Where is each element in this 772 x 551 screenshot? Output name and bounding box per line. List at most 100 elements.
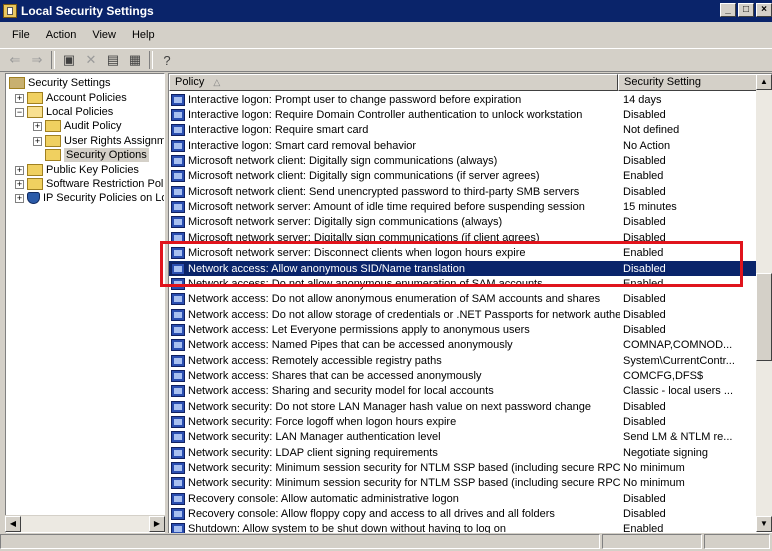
policy-icon	[171, 400, 185, 413]
minimize-button[interactable]: _	[720, 3, 736, 17]
expand-plus-icon[interactable]: +	[15, 93, 24, 103]
table-row[interactable]: Network access: Sharing and security mod…	[169, 384, 757, 399]
tree-item-security-settings[interactable]: Security Settings	[9, 76, 111, 90]
table-row[interactable]: Microsoft network client: Send unencrypt…	[169, 184, 757, 199]
tree-item-account-policies[interactable]: + Account Policies	[15, 91, 127, 105]
expand-plus-icon[interactable]: +	[33, 136, 42, 146]
policy-name: Microsoft network client: Digitally sign…	[188, 170, 540, 183]
table-row[interactable]: Network security: Do not store LAN Manag…	[169, 399, 757, 414]
table-row[interactable]: Recovery console: Allow floppy copy and …	[169, 506, 757, 521]
scroll-thumb[interactable]	[756, 273, 772, 361]
title-bar: Local Security Settings _ □ ×	[0, 0, 772, 22]
policy-icon	[171, 446, 185, 459]
close-button[interactable]: ×	[756, 3, 772, 17]
table-row[interactable]: Network access: Do not allow storage of …	[169, 307, 757, 322]
table-row[interactable]: Network access: Do not allow anonymous e…	[169, 276, 757, 291]
policy-icon	[171, 155, 185, 168]
table-row[interactable]: Network access: Named Pipes that can be …	[169, 338, 757, 353]
menu-action[interactable]: Action	[38, 29, 85, 41]
tree-item-user-rights[interactable]: + User Rights Assignmen	[33, 134, 164, 148]
expand-plus-icon[interactable]: +	[15, 179, 24, 189]
column-header-policy[interactable]: Policy △	[169, 74, 618, 91]
policy-setting: Not defined	[623, 124, 680, 137]
list-vertical-scrollbar[interactable]: ▲ ▼	[756, 74, 772, 532]
table-row[interactable]: Microsoft network server: Digitally sign…	[169, 230, 757, 245]
table-row[interactable]: Network access: Let Everyone permissions…	[169, 322, 757, 337]
policy-icon	[171, 247, 185, 260]
tree-item-security-options[interactable]: Security Options	[45, 148, 149, 162]
tree-item-ip-security[interactable]: + IP Security Policies on Loc	[15, 191, 164, 205]
policy-name: Interactive logon: Require Domain Contro…	[188, 109, 583, 122]
policy-setting: Enabled	[623, 277, 664, 290]
maximize-button[interactable]: □	[738, 3, 754, 17]
help-icon[interactable]: ?	[156, 50, 178, 70]
properties-icon[interactable]: ▤	[102, 50, 124, 70]
table-row[interactable]: Microsoft network server: Amount of idle…	[169, 199, 757, 214]
table-row[interactable]: Network security: Force logoff when logo…	[169, 414, 757, 429]
console-tree: Security Settings + Account Policies − L…	[5, 73, 165, 533]
table-row[interactable]: Interactive logon: Require Domain Contro…	[169, 107, 757, 122]
policy-setting: Negotiate signing	[623, 446, 709, 459]
table-row[interactable]: Interactive logon: Smart card removal be…	[169, 138, 757, 153]
table-row[interactable]: Microsoft network server: Disconnect cli…	[169, 246, 757, 261]
policy-icon	[171, 277, 185, 290]
policy-setting: Classic - local users ...	[623, 385, 734, 398]
policy-icon	[171, 354, 185, 367]
table-row[interactable]: Microsoft network server: Digitally sign…	[169, 215, 757, 230]
policy-list: Policy △ Security Setting Interactive lo…	[168, 73, 772, 533]
folder-icon	[27, 92, 43, 104]
tree-label: Security Settings	[28, 77, 111, 89]
table-row[interactable]: Network security: LDAP client signing re…	[169, 445, 757, 460]
policy-name: Network access: Allow anonymous SID/Name…	[188, 262, 465, 275]
tree-item-local-policies[interactable]: − Local Policies	[15, 105, 113, 119]
tree-item-public-key-policies[interactable]: + Public Key Policies	[15, 163, 139, 177]
table-row[interactable]: Recovery console: Allow automatic admini…	[169, 491, 757, 506]
table-row[interactable]: Network access: Allow anonymous SID/Name…	[169, 260, 757, 277]
tree-label: Security Options	[64, 148, 149, 162]
scroll-down-icon[interactable]: ▼	[756, 516, 772, 532]
tree-horizontal-scrollbar[interactable]: ◀ ▶	[5, 515, 165, 532]
table-row[interactable]: Microsoft network client: Digitally sign…	[169, 169, 757, 184]
scroll-right-icon[interactable]: ▶	[149, 516, 165, 532]
table-row[interactable]: Network security: LAN Manager authentica…	[169, 430, 757, 445]
status-pane	[0, 534, 600, 549]
policy-icon	[171, 93, 185, 106]
table-row[interactable]: Interactive logon: Require smart card Not…	[169, 123, 757, 138]
collapse-minus-icon[interactable]: −	[15, 107, 24, 117]
back-arrow-icon[interactable]: ⇐	[4, 50, 26, 70]
scroll-up-icon[interactable]: ▲	[756, 74, 772, 90]
policy-name: Microsoft network server: Digitally sign…	[188, 216, 503, 229]
expand-plus-icon[interactable]: +	[15, 165, 24, 175]
expand-plus-icon[interactable]: +	[33, 121, 42, 131]
delete-icon[interactable]: ✕	[80, 50, 102, 70]
window-controls: _ □ ×	[720, 3, 772, 17]
export-list-icon[interactable]: ▦	[124, 50, 146, 70]
policy-icon	[171, 216, 185, 229]
scroll-left-icon[interactable]: ◀	[5, 516, 21, 532]
policy-setting: Disabled	[623, 155, 666, 168]
table-row[interactable]: Network access: Shares that can be acces…	[169, 368, 757, 383]
policy-icon	[171, 170, 185, 183]
policy-icon	[171, 492, 185, 505]
column-header-security-setting[interactable]: Security Setting	[618, 74, 757, 91]
policy-name: Microsoft network server: Amount of idle…	[188, 201, 585, 214]
policy-name: Shutdown: Allow system to be shut down w…	[188, 523, 506, 533]
up-folder-icon[interactable]: ▣	[58, 50, 80, 70]
table-row[interactable]: Microsoft network client: Digitally sign…	[169, 153, 757, 168]
table-row[interactable]: Network access: Remotely accessible regi…	[169, 353, 757, 368]
policy-setting: COMCFG,DFS$	[623, 369, 704, 382]
policy-name: Microsoft network client: Send unencrypt…	[188, 185, 580, 198]
table-row[interactable]: Network security: Minimum session securi…	[169, 476, 757, 491]
menu-help[interactable]: Help	[124, 29, 163, 41]
tree-item-audit-policy[interactable]: + Audit Policy	[33, 119, 121, 133]
menu-view[interactable]: View	[84, 29, 124, 41]
table-row[interactable]: Shutdown: Allow system to be shut down w…	[169, 522, 757, 533]
tree-item-software-restriction[interactable]: + Software Restriction Policie	[15, 177, 164, 191]
expand-plus-icon[interactable]: +	[15, 193, 24, 203]
table-row[interactable]: Network access: Do not allow anonymous e…	[169, 292, 757, 307]
menu-file[interactable]: File	[4, 29, 38, 41]
policy-icon	[171, 462, 185, 475]
table-row[interactable]: Network security: Minimum session securi…	[169, 460, 757, 475]
forward-arrow-icon[interactable]: ⇒	[26, 50, 48, 70]
table-row[interactable]: Interactive logon: Prompt user to change…	[169, 92, 757, 107]
